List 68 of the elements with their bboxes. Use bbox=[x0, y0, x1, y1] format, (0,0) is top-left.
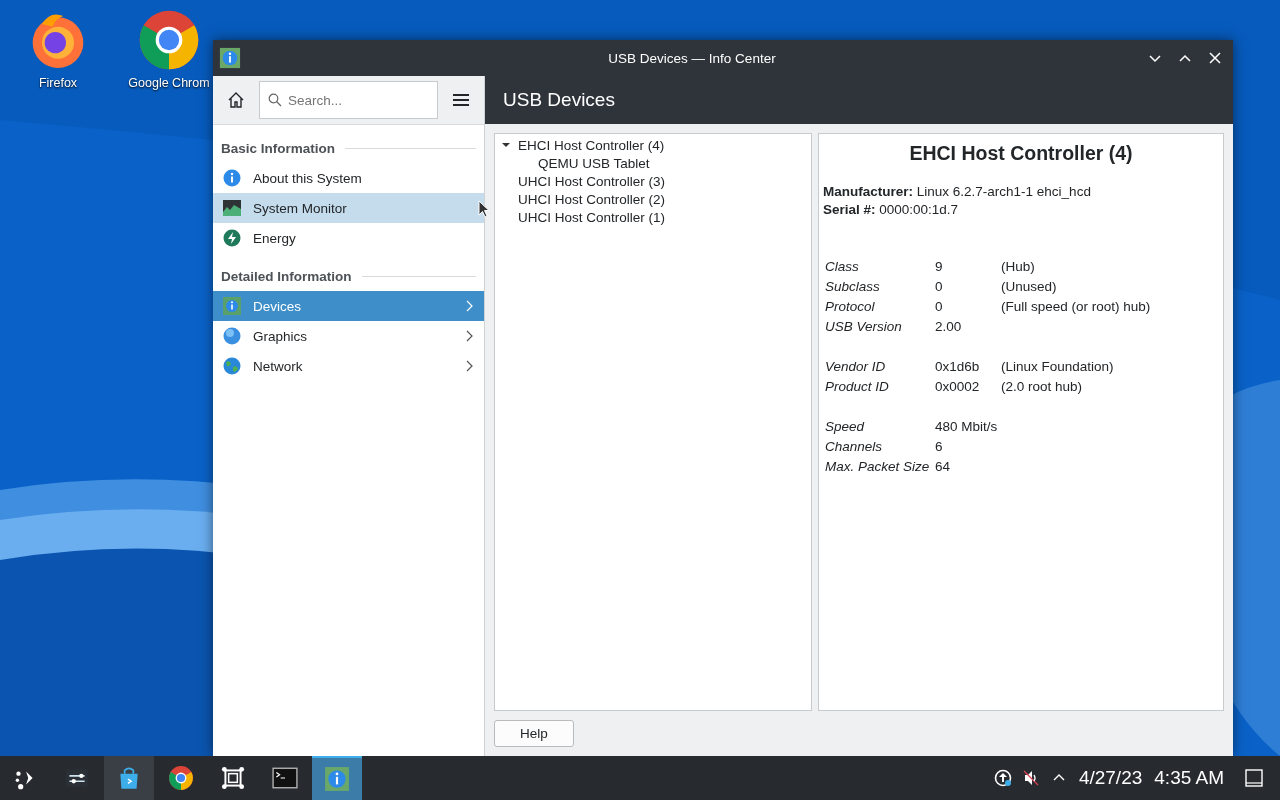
property-value: 0x1d6b bbox=[935, 358, 981, 376]
search-icon bbox=[268, 93, 282, 107]
show-desktop-icon bbox=[1245, 769, 1263, 787]
property-note: (2.0 root hub) bbox=[1001, 378, 1084, 396]
property-label: Product ID bbox=[824, 378, 890, 396]
sidebar-item[interactable]: Graphics bbox=[213, 321, 484, 351]
property-label: Channels bbox=[824, 438, 884, 456]
updates-icon[interactable] bbox=[993, 769, 1012, 787]
sidebar-item[interactable]: Network bbox=[213, 351, 484, 381]
sidebar-item[interactable]: System Monitor bbox=[213, 193, 484, 223]
property-label: Subclass bbox=[824, 278, 881, 296]
tree-item[interactable]: EHCI Host Controller (4) bbox=[518, 137, 665, 153]
home-icon bbox=[227, 91, 245, 109]
property-note: (Linux Foundation) bbox=[1001, 358, 1115, 376]
globe-icon bbox=[223, 357, 241, 375]
property-label: Speed bbox=[824, 418, 866, 436]
page-title: USB Devices bbox=[503, 89, 615, 111]
property-label: Class bbox=[824, 258, 860, 276]
close-icon[interactable] bbox=[1207, 50, 1223, 66]
property-value: 64 bbox=[935, 458, 952, 476]
show-desktop-button[interactable] bbox=[1242, 766, 1266, 790]
help-button[interactable]: Help bbox=[494, 720, 574, 747]
property-label: USB Version bbox=[824, 318, 903, 336]
lightning-icon bbox=[223, 229, 241, 247]
tree-item[interactable]: UHCI Host Controller (2) bbox=[518, 191, 666, 207]
expand-arrow-icon[interactable] bbox=[501, 140, 511, 150]
detail-line: Serial #: 0000:00:1d.7 bbox=[823, 201, 960, 219]
property-value: 0x0002 bbox=[935, 378, 981, 396]
chart-icon bbox=[223, 199, 241, 217]
info-icon bbox=[223, 169, 241, 187]
sphere-icon bbox=[223, 327, 241, 345]
date-label[interactable]: 4/27/23 bbox=[1078, 767, 1143, 789]
app-icon bbox=[219, 47, 241, 69]
property-value: 6 bbox=[935, 438, 944, 456]
property-value: 0 bbox=[935, 278, 944, 296]
info-icon bbox=[323, 766, 351, 792]
tree-item[interactable]: UHCI Host Controller (3) bbox=[518, 173, 666, 189]
property-value: 2.00 bbox=[935, 318, 963, 336]
desktop-icon-label[interactable]: Firefox bbox=[38, 76, 78, 90]
property-value: 0 bbox=[935, 298, 944, 316]
terminal-icon bbox=[272, 765, 298, 791]
sidebar-item[interactable]: Devices bbox=[213, 291, 484, 321]
chrome-icon bbox=[168, 765, 194, 791]
section-header: Detailed Information bbox=[221, 268, 352, 284]
desktop-icon-label[interactable]: Google Chrom bbox=[128, 76, 210, 90]
details-title: EHCI Host Controller (4) bbox=[908, 142, 1134, 165]
section-header: Basic Information bbox=[221, 140, 336, 156]
chrome-icon[interactable] bbox=[137, 8, 201, 72]
tree-item[interactable]: UHCI Host Controller (1) bbox=[518, 209, 666, 225]
property-label: Protocol bbox=[824, 298, 876, 316]
property-note: (Hub) bbox=[1001, 258, 1036, 276]
property-value: 480 Mbit/s bbox=[935, 418, 999, 436]
property-value: 9 bbox=[935, 258, 944, 276]
frame-icon bbox=[220, 765, 246, 791]
property-note: (Unused) bbox=[1001, 278, 1058, 296]
sidebar-item[interactable]: Energy bbox=[213, 223, 484, 253]
detail-line: Manufacturer: Linux 6.2.7-arch1-1 ehci_hcd bbox=[823, 183, 1092, 201]
muted-speaker-icon[interactable] bbox=[1021, 769, 1040, 787]
tree-item[interactable]: QEMU USB Tablet bbox=[538, 155, 650, 171]
search-field[interactable]: Search... bbox=[259, 81, 438, 119]
sidebar-item[interactable]: About this System bbox=[213, 163, 484, 193]
property-label: Max. Packet Size bbox=[824, 458, 931, 476]
window-title: USB Devices — Info Center bbox=[607, 50, 777, 66]
property-label: Vendor ID bbox=[824, 358, 887, 376]
property-note: (Full speed (or root) hub) bbox=[1001, 298, 1152, 316]
chip-icon bbox=[223, 297, 241, 315]
time-label[interactable]: 4:35 AM bbox=[1154, 767, 1224, 789]
menu-icon bbox=[452, 91, 470, 109]
